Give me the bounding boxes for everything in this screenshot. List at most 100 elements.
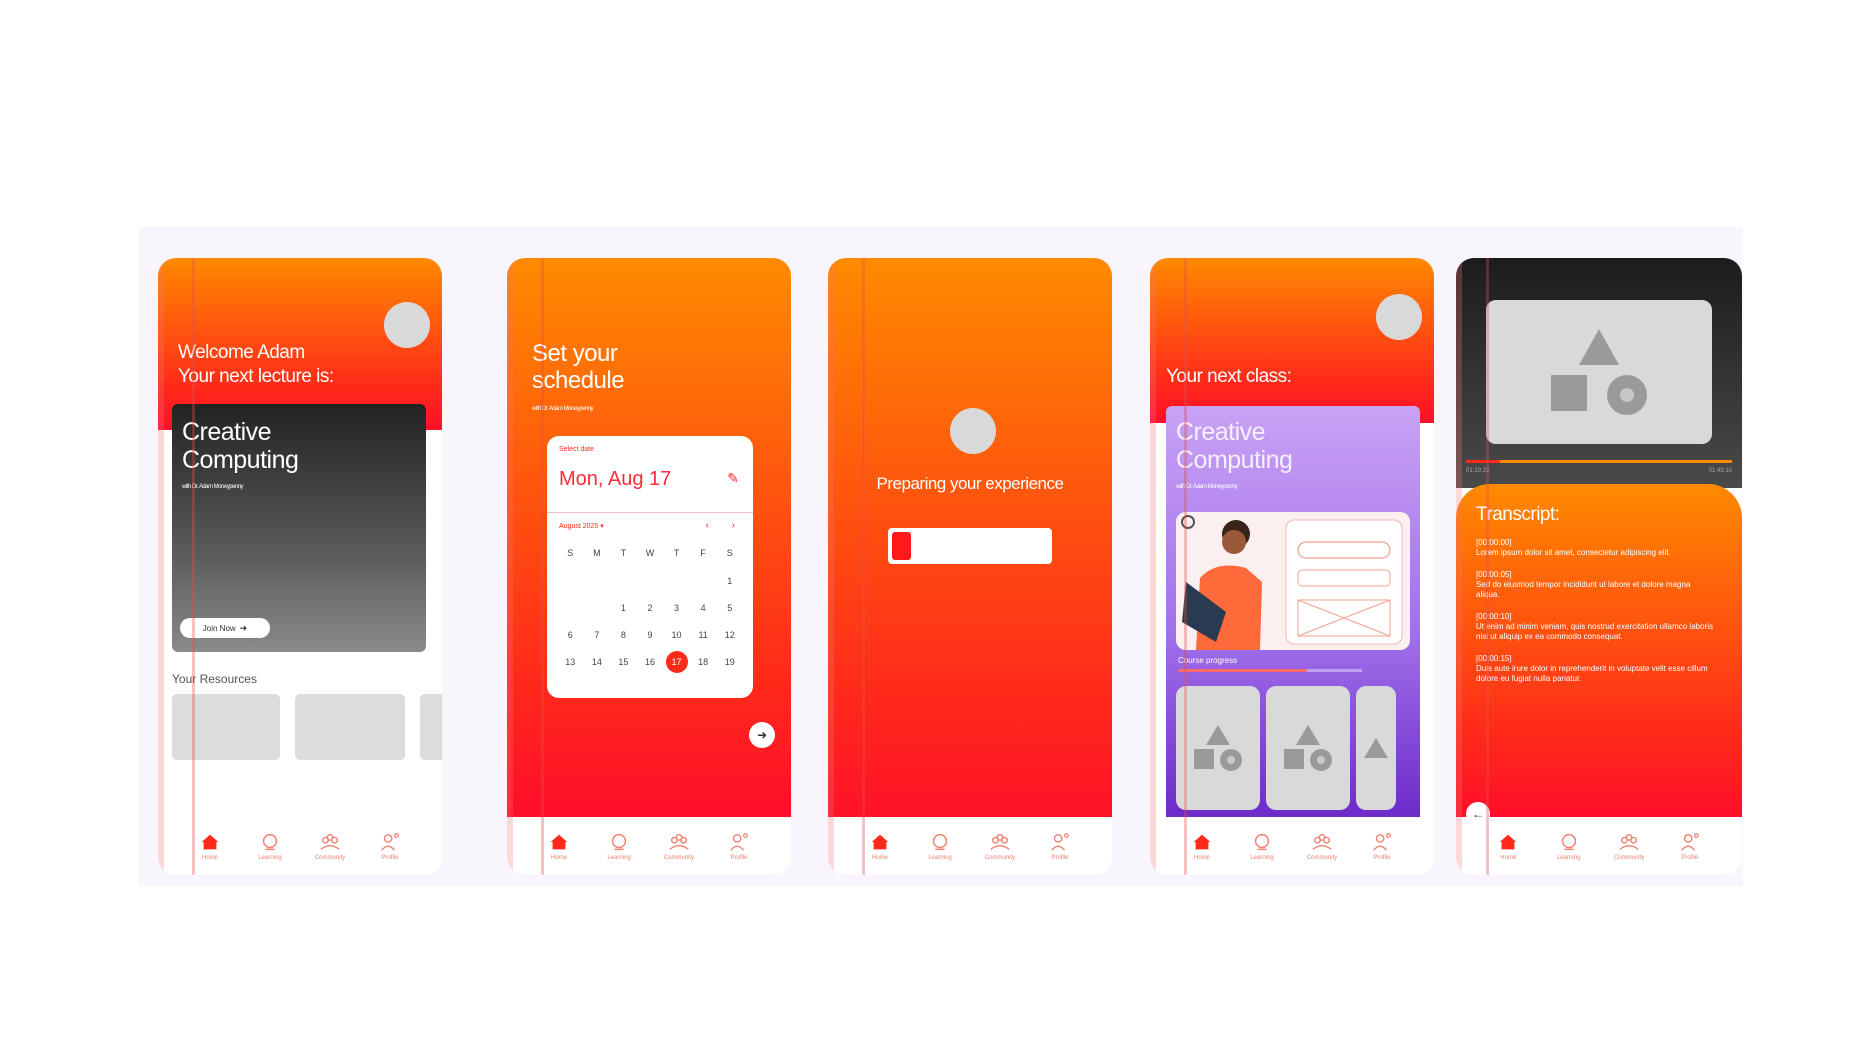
nav-community[interactable]: Community	[654, 831, 704, 861]
arrow-right-icon: ➜	[239, 622, 248, 633]
course-screen: Your next class: Creative Computing with…	[1150, 258, 1434, 875]
course-title: Creative Computing	[1176, 418, 1293, 474]
module-tile[interactable]	[1356, 686, 1396, 810]
video-player[interactable]	[1486, 300, 1712, 444]
triangle-icon	[1296, 725, 1320, 745]
guide-line	[862, 258, 865, 875]
nav-profile[interactable]: Profile	[1357, 831, 1407, 861]
prev-month-icon[interactable]: ‹	[706, 520, 709, 531]
module-tile[interactable]	[1176, 686, 1260, 810]
home-icon	[201, 834, 219, 850]
calendar-day	[663, 576, 690, 586]
nav-learning[interactable]: Learning	[1544, 831, 1594, 861]
calendar-day[interactable]: 5	[716, 603, 743, 613]
calendar-day[interactable]: 9	[637, 630, 664, 640]
calendar-day[interactable]: 7	[584, 630, 611, 640]
nav-profile[interactable]: Profile	[714, 831, 764, 861]
calendar-day[interactable]: 8	[610, 630, 637, 640]
nav-learning[interactable]: Learning	[594, 831, 644, 861]
shape-icons	[1194, 749, 1242, 771]
learning-icon	[262, 833, 278, 851]
nav-profile[interactable]: Profile	[365, 831, 415, 861]
guide-line	[192, 258, 195, 875]
nav-profile[interactable]: Profile	[1665, 831, 1715, 861]
edit-icon[interactable]: ✎	[727, 470, 739, 487]
calendar-day[interactable]: 3	[663, 603, 690, 613]
resource-tile[interactable]	[172, 694, 280, 760]
resource-tile[interactable]	[420, 694, 442, 760]
bottom-nav: Home Learning Community Profile	[1456, 817, 1742, 875]
nav-community[interactable]: Community	[1297, 831, 1347, 861]
calendar-day[interactable]: 1	[610, 603, 637, 613]
student-illustration	[1176, 512, 1410, 650]
greeting: Welcome Adam	[178, 342, 305, 363]
arrow-right-icon: ➜	[756, 728, 768, 742]
home-icon	[871, 834, 889, 850]
guide-line	[507, 258, 513, 875]
calendar-day[interactable]: 13	[557, 657, 584, 673]
nav-profile[interactable]: Profile	[1035, 831, 1085, 861]
calendar-day	[690, 576, 717, 586]
triangle-icon	[1364, 738, 1388, 758]
day-grid: 1 1 2 3 4 5 6 7 8 9 10 11 12 13 14 15 16 17 18 19	[557, 576, 743, 673]
module-tile[interactable]	[1266, 686, 1350, 810]
calendar-day[interactable]: 6	[557, 630, 584, 640]
community-icon	[990, 833, 1010, 850]
nav-community[interactable]: Community	[975, 831, 1025, 861]
next-month-icon[interactable]: ›	[732, 520, 735, 531]
avatar[interactable]	[1376, 294, 1422, 340]
community-icon	[320, 833, 340, 850]
lecture-card[interactable]: Creative Computing with Dr. Adam Moneype…	[172, 404, 426, 652]
learning-icon	[611, 833, 627, 851]
nav-home[interactable]: Home	[1483, 831, 1533, 861]
triangle-icon	[1206, 725, 1230, 745]
resource-tile[interactable]	[295, 694, 405, 760]
calendar-day[interactable]: 10	[663, 630, 690, 640]
video-scrubber[interactable]	[1466, 460, 1732, 463]
avatar[interactable]	[384, 302, 430, 348]
calendar-day[interactable]: 1	[716, 576, 743, 586]
learning-icon	[932, 833, 948, 851]
home-screen: Welcome Adam Your next lecture is: Creat…	[158, 258, 442, 875]
shape-icons	[1284, 749, 1332, 771]
profile-icon	[1373, 833, 1391, 851]
nav-learning[interactable]: Learning	[245, 831, 295, 861]
profile-icon	[1680, 833, 1699, 851]
profile-icon	[1051, 833, 1069, 851]
course-progress-fill	[1178, 669, 1307, 672]
guide-line	[1184, 258, 1187, 875]
schedule-screen: Set your schedule with Dr. Adam Moneypen…	[507, 258, 791, 875]
calendar-day[interactable]: 4	[690, 603, 717, 613]
nav-community[interactable]: Community	[305, 831, 355, 861]
circle-icon	[1607, 375, 1647, 415]
calendar-day[interactable]: 11	[690, 630, 717, 640]
transcript-entry: [00:00:00] Lorem ipsum dolor sit amet, c…	[1476, 538, 1671, 557]
nav-learning[interactable]: Learning	[915, 831, 965, 861]
transcript-entry: [00:00:15] Duis aute irure dolor in repr…	[1476, 654, 1708, 683]
course-title: Creative Computing	[182, 418, 299, 474]
calendar-day	[584, 603, 611, 613]
calendar-day[interactable]: 19	[716, 657, 743, 673]
square-icon	[1551, 375, 1587, 411]
month-selector[interactable]: August 2025 ▾	[559, 522, 604, 530]
bottom-nav: Home Learning Community Profile	[507, 817, 791, 875]
transcript-entry: [00:00:05] Sed do eiusmod tempor incidid…	[1476, 570, 1691, 599]
calendar-day	[557, 603, 584, 613]
shape-icons	[1551, 375, 1647, 415]
date-picker: Select date Mon, Aug 17 ✎ August 2025 ▾ …	[547, 436, 753, 698]
calendar-day[interactable]: 18	[690, 657, 717, 673]
calendar-day[interactable]: 17	[665, 651, 688, 673]
loading-spinner	[950, 408, 996, 454]
calendar-day[interactable]: 12	[716, 630, 743, 640]
calendar-day[interactable]: 15	[610, 657, 637, 673]
calendar-day[interactable]: 14	[584, 657, 611, 673]
course-illustration	[1176, 512, 1410, 650]
calendar-divider	[547, 512, 753, 513]
next-button[interactable]: ➜	[749, 722, 775, 748]
calendar-day[interactable]: 2	[637, 603, 664, 613]
course-card[interactable]: Creative Computing with Dr. Adam Moneype…	[1166, 406, 1420, 823]
calendar-day[interactable]: 16	[637, 657, 664, 673]
nav-learning[interactable]: Learning	[1237, 831, 1287, 861]
nav-community[interactable]: Community	[1604, 831, 1654, 861]
home-icon	[1193, 834, 1211, 850]
